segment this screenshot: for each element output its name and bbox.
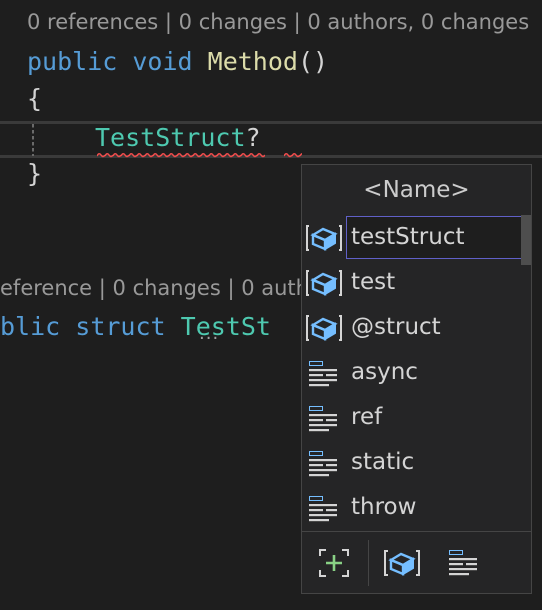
- indent-guide: [32, 124, 34, 156]
- completion-item-label: static: [351, 449, 415, 475]
- keyword-struct: struct: [75, 312, 166, 341]
- completion-item-label: ref: [351, 404, 383, 430]
- struct-name: TestSt: [180, 312, 271, 341]
- keyword-void: void: [132, 47, 193, 76]
- completion-item-async[interactable]: async: [302, 350, 531, 395]
- type-teststruct: TestStruct: [95, 123, 246, 152]
- completion-popup: <Name> testStruct test @struct async ref…: [301, 164, 532, 594]
- completion-item-label: @struct: [351, 314, 441, 340]
- code-line-current[interactable]: TestStruct?: [95, 120, 261, 156]
- expand-suggestions-icon[interactable]: [314, 544, 354, 582]
- keyword-filter-icon[interactable]: [444, 544, 484, 582]
- current-line-top-border: [0, 121, 542, 124]
- suggestion-dots-icon[interactable]: ···: [199, 328, 219, 349]
- code-line-struct-declaration: blic struct TestSt: [0, 309, 271, 345]
- local-variable-filter-icon[interactable]: [382, 544, 422, 582]
- method-name: Method: [207, 47, 298, 76]
- code-close-brace: }: [27, 159, 43, 188]
- keyword-public: blic: [0, 312, 61, 341]
- code-line-method-signature: public void Method(): [27, 44, 328, 80]
- filter-separator: [368, 540, 369, 586]
- nullable-mark: ?: [245, 123, 261, 152]
- local-variable-icon: [306, 270, 342, 296]
- current-line-bottom-border: [0, 155, 542, 158]
- error-squiggle-name: [284, 152, 302, 158]
- method-parens: (): [297, 47, 329, 76]
- local-variable-icon: [306, 315, 342, 341]
- completion-item-struct[interactable]: @struct: [302, 305, 531, 350]
- completion-header: <Name>: [363, 177, 470, 203]
- completion-item-label: async: [351, 359, 418, 385]
- completion-item-static[interactable]: static: [302, 440, 531, 485]
- completion-list: testStruct test @struct async ref static…: [302, 215, 531, 531]
- completion-item-throw[interactable]: throw: [302, 485, 531, 530]
- completion-item-teststruct[interactable]: testStruct: [302, 215, 531, 260]
- keyword-icon: [309, 496, 337, 522]
- code-open-brace: {: [27, 84, 43, 113]
- code-editor[interactable]: 0 references | 0 changes | 0 authors, 0 …: [0, 0, 542, 610]
- codelens-struct[interactable]: eference | 0 changes | 0 auth: [0, 276, 309, 300]
- keyword-icon: [309, 406, 337, 432]
- completion-scrollbar[interactable]: [521, 215, 531, 265]
- completion-item-label: test: [351, 269, 396, 295]
- keyword-icon: [309, 361, 337, 387]
- completion-filter-bar: [302, 532, 531, 593]
- error-squiggle-type: [97, 152, 265, 158]
- keyword-icon: [309, 451, 337, 477]
- completion-item-ref[interactable]: ref: [302, 395, 531, 440]
- codelens-method[interactable]: 0 references | 0 changes | 0 authors, 0 …: [27, 10, 529, 34]
- completion-item-label: throw: [351, 494, 417, 520]
- keyword-public: public: [27, 47, 118, 76]
- local-variable-icon: [306, 225, 342, 251]
- completion-item-label: testStruct: [346, 216, 522, 259]
- completion-item-test[interactable]: test: [302, 260, 531, 305]
